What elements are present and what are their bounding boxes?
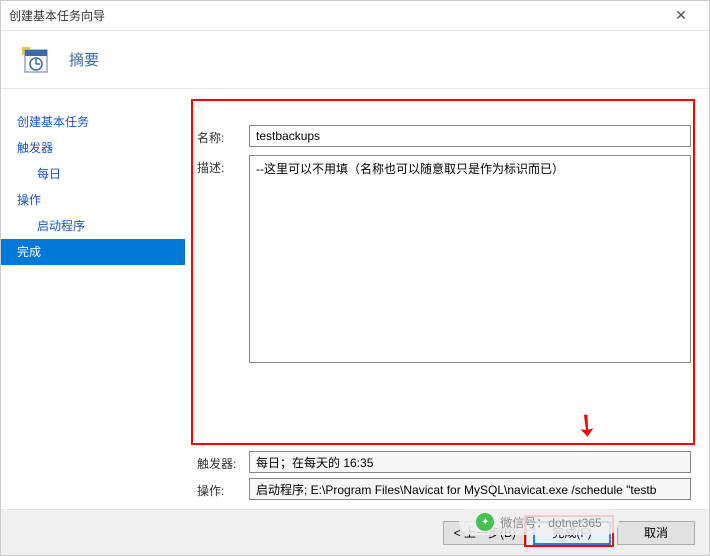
cancel-button[interactable]: 取消 [617,521,695,545]
sidebar-item-daily[interactable]: 每日 [1,161,185,187]
sidebar-item-create[interactable]: 创建基本任务 [1,109,185,135]
annotation-arrow: ➘ [566,404,608,447]
action-label: 操作: [197,478,249,499]
window-title: 创建基本任务向导 [9,7,661,24]
page-title: 摘要 [69,49,99,70]
summary-icon [19,44,51,76]
sidebar-item-finish[interactable]: 完成 [1,239,185,265]
action-value [249,478,691,500]
desc-label: 描述: [197,155,249,176]
sidebar: 创建基本任务 触发器 每日 操作 启动程序 完成 [1,89,185,509]
content-pane: 名称: 描述: 触发器: 操作: 当 [185,89,709,509]
wizard-header: 摘要 [1,31,709,89]
titlebar: 创建基本任务向导 ✕ [1,1,709,31]
close-button[interactable]: ✕ [661,7,701,24]
sidebar-item-trigger[interactable]: 触发器 [1,135,185,161]
summary-form: 名称: 描述: [197,125,691,371]
desc-textarea[interactable] [249,155,691,363]
trigger-value [249,451,691,473]
name-input[interactable] [249,125,691,147]
sidebar-item-action[interactable]: 操作 [1,187,185,213]
footer: < 上一步(B) 完成(F) 取消 [1,509,709,555]
name-label: 名称: [197,125,249,146]
sidebar-item-startprog[interactable]: 启动程序 [1,213,185,239]
finish-button[interactable]: 完成(F) [533,521,611,545]
wizard-body: 创建基本任务 触发器 每日 操作 启动程序 完成 名称: 描述: [1,89,709,509]
wizard-window: 创建基本任务向导 ✕ 摘要 创建基本任务 触发器 每日 操作 启动程序 完成 [0,0,710,556]
trigger-label: 触发器: [197,451,249,472]
back-button[interactable]: < 上一步(B) [443,521,527,545]
